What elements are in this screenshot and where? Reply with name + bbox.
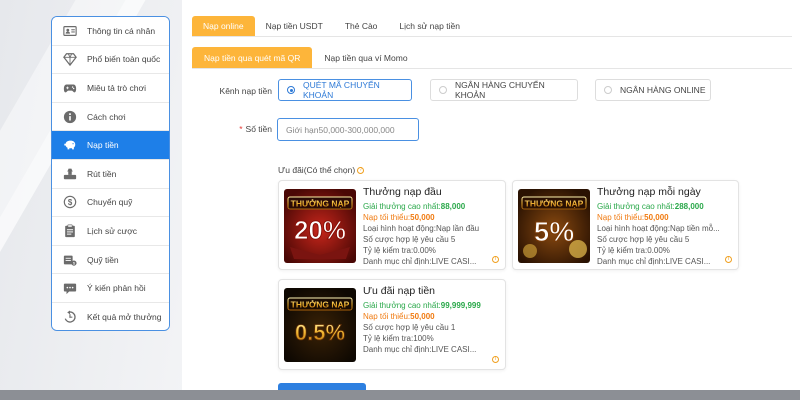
promo-detail-line: Số cược hợp lệ yêu cầu 5 (597, 235, 690, 244)
channel-option-qr-transfer[interactable]: QUÉT MÃ CHUYỂN KHOẢN (278, 79, 412, 101)
promo-detail-line: Tỷ lệ kiểm tra:100% (363, 334, 434, 343)
badge-top-text: THƯỞNG NẠP (291, 299, 350, 310)
sidebar-item-profile[interactable]: Thông tin cá nhân (52, 17, 169, 46)
promo-min-deposit: Nạp tối thiểu:50,000 (363, 312, 435, 321)
promo-detail-line: Tỷ lệ kiểm tra:0.00% (363, 246, 436, 255)
promo-badge-image: THƯỞNG NẠP 5% (518, 189, 590, 263)
promo-max-reward: Giải thưởng cao nhất:99,999,999 (363, 301, 481, 310)
sidebar-item-draw-results[interactable]: Kết quả mở thưởng (52, 302, 169, 330)
sidebar-item-label: Lịch sử cược (87, 225, 138, 236)
sidebar-item-game-description[interactable]: Miêu tả trò chơi (52, 74, 169, 103)
promo-card-info: Ưu đãi nạp tiền Giải thưởng cao nhất:99,… (363, 285, 499, 355)
amount-label-text: Số tiền (245, 124, 272, 134)
promo-badge-image: THƯỞNG NẠP 20% (284, 189, 356, 263)
sidebar-item-label: Quỹ tiền (87, 254, 119, 265)
radio-button (287, 86, 295, 94)
channel-option-label: NGÂN HÀNG CHUYỂN KHOẢN (455, 80, 545, 100)
badge-percent-text: 0.5% (295, 320, 345, 345)
promo-detail-line: Danh mục chỉ định:LIVE CASI... (363, 345, 477, 354)
bottom-bar (0, 390, 800, 400)
promo-detail-line: Số cược hợp lệ yêu cầu 5 (363, 235, 456, 244)
required-asterisk: * (239, 124, 243, 134)
sidebar-item-transfer[interactable]: $ Chuyển quỹ (52, 188, 169, 218)
badge-percent-text: 5% (534, 216, 575, 247)
account-sidebar: Thông tin cá nhân Phổ biến toàn quốc Miê… (51, 16, 170, 331)
sidebar-item-label: Kết quả mở thưởng (87, 312, 162, 323)
sidebar-item-label: Ý kiến phản hồi (87, 283, 146, 294)
info-icon[interactable]: i (725, 256, 732, 263)
promo-min-deposit: Nạp tối thiểu:50,000 (597, 213, 669, 222)
money-stack-icon: $ (62, 252, 77, 267)
tab-online-deposit[interactable]: Nạp online (192, 16, 255, 36)
promo-title: Thưởng nạp đầu (363, 186, 442, 198)
promo-card-deposit-bonus[interactable]: THƯỞNG NẠP 0.5% Ưu đãi nạp tiền Giải thư… (278, 279, 506, 370)
promo-max-reward: Giải thưởng cao nhất:288,000 (597, 202, 704, 211)
sidebar-item-label: Rút tiền (87, 168, 117, 179)
deposit-subtabs: Nạp tiền qua quét mã QR Nạp tiền qua ví … (192, 47, 792, 69)
sidebar-item-label: Chuyển quỹ (87, 197, 133, 208)
sidebar-item-label: Phổ biến toàn quốc (87, 54, 161, 65)
sidebar-item-deposit[interactable]: Nạp tiền (52, 131, 169, 160)
info-icon[interactable]: i (492, 256, 499, 263)
channel-option-bank-transfer[interactable]: NGÂN HÀNG CHUYỂN KHOẢN (430, 79, 578, 101)
promo-title: Thưởng nạp mỗi ngày (597, 186, 701, 198)
promo-detail-line: Danh mục chỉ định:LIVE CASI... (597, 257, 711, 266)
dollar-icon: $ (62, 195, 77, 210)
sidebar-item-funds[interactable]: $ Quỹ tiền (52, 245, 169, 275)
sidebar-item-label: Nạp tiền (87, 140, 119, 151)
promo-card-daily-deposit[interactable]: THƯỞNG NẠP 5% Thưởng nạp mỗi ngày Giải t… (512, 180, 739, 270)
tab-deposit-history[interactable]: Lịch sử nạp tiền (388, 16, 471, 36)
help-icon[interactable]: ? (357, 166, 365, 174)
amount-label: * Số tiền (220, 124, 272, 134)
user-card-icon (62, 23, 77, 38)
history-icon (62, 310, 77, 325)
channel-option-label: QUÉT MÃ CHUYỂN KHOẢN (303, 80, 380, 100)
promo-card-info: Thưởng nạp đầu Giải thưởng cao nhất:88,0… (363, 186, 499, 267)
badge-top-text: THƯỞNG NẠP (291, 198, 350, 209)
tab-card-deposit[interactable]: Thẻ Cào (334, 16, 389, 36)
promo-detail-line: Loại hình hoạt động:Nạp tiền mỗ... (597, 224, 720, 233)
promo-min-deposit: Nạp tối thiểu:50,000 (363, 213, 435, 222)
piggy-bank-icon (62, 138, 77, 153)
tab-usdt-deposit[interactable]: Nạp tiền USDT (255, 16, 334, 36)
promo-detail-line: Tỷ lệ kiểm tra:0.00% (597, 246, 670, 255)
promo-detail-line: Loại hình hoạt động:Nạp lần đầu (363, 224, 480, 233)
sidebar-item-nationwide[interactable]: Phổ biến toàn quốc (52, 45, 169, 75)
sidebar-item-label: Cách chơi (87, 111, 126, 122)
promo-card-first-deposit[interactable]: THƯỞNG NẠP 20% Thưởng nạp đầu Giải thưởn… (278, 180, 506, 270)
promo-detail-line: Danh mục chỉ định:LIVE CASI... (363, 257, 477, 266)
svg-text:$: $ (67, 198, 72, 207)
promo-title: Ưu đãi nạp tiền (363, 285, 436, 297)
sidebar-item-feedback[interactable]: Ý kiến phản hồi (52, 274, 169, 303)
channel-label: Kênh nạp tiền (219, 86, 272, 96)
promotions-heading: Ưu đãi(Có thể chọn) ? (278, 165, 365, 175)
info-icon[interactable]: i (492, 356, 499, 363)
chat-icon (62, 281, 77, 296)
badge-top-text: THƯỞNG NẠP (525, 198, 584, 209)
deposit-method-tabs: Nạp online Nạp tiền USDT Thẻ Cào Lịch sử… (192, 16, 792, 37)
subtab-momo-deposit[interactable]: Nạp tiền qua ví Momo (312, 47, 419, 68)
diamond-icon (62, 52, 77, 67)
channel-option-online-banking[interactable]: NGÂN HÀNG ONLINE (595, 79, 711, 101)
gamepad-icon (62, 80, 77, 95)
radio-button (439, 86, 447, 94)
channel-option-label: NGÂN HÀNG ONLINE (620, 85, 706, 95)
sidebar-item-how-to-play[interactable]: Cách chơi (52, 102, 169, 132)
sidebar-item-withdraw[interactable]: Rút tiền (52, 159, 169, 189)
promo-detail-line: Số cược hợp lệ yêu cầu 1 (363, 323, 456, 332)
promo-max-reward: Giải thưởng cao nhất:88,000 (363, 202, 466, 211)
promo-card-info: Thưởng nạp mỗi ngày Giải thưởng cao nhất… (597, 186, 732, 267)
sidebar-item-bet-history[interactable]: Lịch sử cược (52, 217, 169, 246)
info-icon (62, 109, 77, 124)
clipboard-icon (62, 223, 77, 238)
withdraw-icon (62, 166, 77, 181)
radio-button (604, 86, 612, 94)
amount-input[interactable] (277, 118, 419, 141)
badge-percent-text: 20% (294, 215, 346, 245)
sidebar-item-label: Miêu tả trò chơi (87, 82, 146, 93)
promo-badge-image: THƯỞNG NẠP 0.5% (284, 288, 356, 362)
promotions-title: Ưu đãi(Có thể chọn) (278, 165, 356, 175)
subtab-qr-deposit[interactable]: Nạp tiền qua quét mã QR (192, 47, 313, 68)
sidebar-item-label: Thông tin cá nhân (87, 25, 156, 36)
